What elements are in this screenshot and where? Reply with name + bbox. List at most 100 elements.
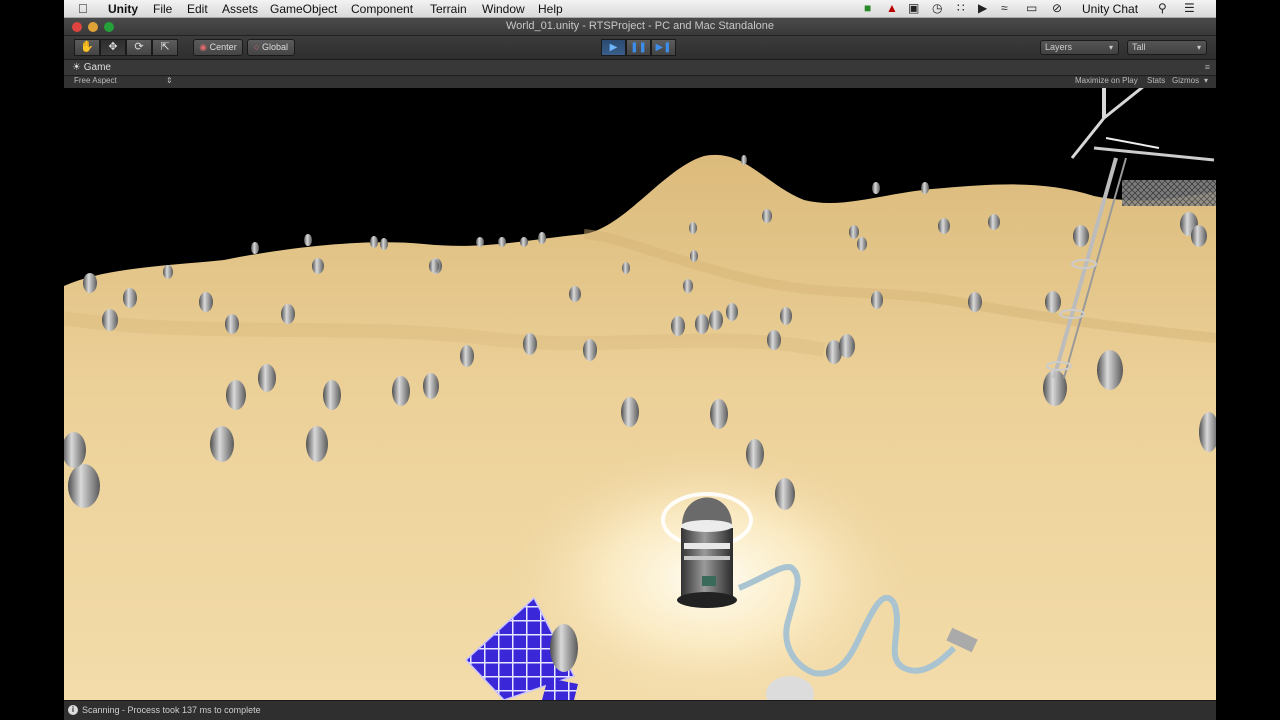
game-tab-icon: ☀	[72, 62, 81, 73]
pod-unit	[988, 214, 1000, 230]
pod-unit	[312, 258, 324, 274]
volume-icon[interactable]: ▶	[978, 1, 987, 15]
transform-tools: ✋ ✥ ⟳ ⇱	[74, 39, 178, 56]
pod-unit	[163, 265, 173, 279]
maximize-on-play-toggle[interactable]: Maximize on Play	[1075, 76, 1138, 85]
pod-unit	[839, 334, 855, 358]
pod-unit	[569, 286, 581, 302]
layout-label: Tall	[1132, 42, 1146, 52]
rotate-tool-icon[interactable]: ⟳	[126, 39, 152, 56]
menu-help[interactable]: Help	[538, 2, 563, 16]
pod-unit	[695, 314, 709, 334]
window-title: World_01.unity - RTSProject - PC and Mac…	[505, 20, 774, 32]
menu-edit[interactable]: Edit	[187, 2, 208, 16]
info-icon: i	[68, 705, 78, 715]
user-menu[interactable]: Unity Chat	[1082, 2, 1138, 16]
game-view-controls: Free Aspect ⇕ Maximize on Play Stats Giz…	[64, 76, 1216, 88]
layout-dropdown[interactable]: Tall ▾	[1127, 40, 1207, 55]
bluetooth-icon[interactable]: ∷	[957, 1, 965, 15]
chevron-down-icon: ▾	[1108, 43, 1113, 52]
title-bar: World_01.unity - RTSProject - PC and Mac…	[64, 18, 1216, 36]
pod-unit	[123, 288, 137, 308]
wifi-icon[interactable]: ≈	[1001, 1, 1008, 15]
aspect-dropdown[interactable]: Free Aspect	[74, 76, 117, 85]
pod-unit	[225, 314, 239, 334]
main-toolbar: ✋ ✥ ⟳ ⇱ ◉ Center ○ Global ▶ ❚❚ ▶❚ Layers…	[64, 36, 1216, 60]
pivot-rotation-button[interactable]: ○ Global	[247, 39, 295, 56]
layers-dropdown[interactable]: Layers ▾	[1040, 40, 1119, 55]
pause-icon[interactable]: ❚❚	[626, 39, 651, 56]
pod-unit	[871, 291, 883, 309]
scale-tool-icon[interactable]: ⇱	[152, 39, 178, 56]
menu-terrain[interactable]: Terrain	[430, 2, 467, 16]
menu-app[interactable]: Unity	[108, 2, 138, 16]
scene-render	[64, 88, 1216, 700]
tab-menu-icon[interactable]: ≡	[1205, 62, 1210, 72]
apple-icon[interactable]: 	[78, 1, 88, 16]
camera-icon[interactable]: ▣	[908, 1, 919, 15]
pod-unit	[857, 237, 867, 251]
menu-assets[interactable]: Assets	[222, 2, 258, 16]
pod-unit	[1191, 225, 1207, 247]
pod-unit	[380, 238, 388, 250]
pivot-mode-label: Center	[209, 42, 237, 52]
pod-unit	[762, 209, 772, 223]
pod-unit	[199, 292, 213, 312]
gizmos-dropdown[interactable]: Gizmos	[1172, 76, 1199, 85]
pod-unit	[429, 259, 439, 273]
menu-window[interactable]: Window	[482, 2, 525, 16]
menu-gameobject[interactable]: GameObject	[270, 2, 337, 16]
pod-unit	[583, 339, 597, 361]
game-viewport[interactable]	[64, 88, 1216, 700]
battery-icon[interactable]: ▭	[1026, 1, 1037, 15]
layers-label: Layers	[1045, 42, 1073, 52]
pod-unit	[849, 225, 859, 239]
hand-tool-icon[interactable]: ✋	[74, 39, 100, 56]
notification-center-icon[interactable]: ☰	[1184, 1, 1195, 15]
chevron-down-icon: ▾	[1196, 43, 1201, 52]
pod-unit	[746, 439, 764, 469]
play-icon[interactable]: ▶	[601, 39, 626, 56]
pod-unit	[306, 426, 328, 462]
pod-unit	[726, 303, 738, 321]
pod-unit	[921, 182, 929, 194]
pivot-icon: ◉	[199, 42, 208, 52]
spotlight-icon[interactable]: ⚲	[1158, 1, 1167, 15]
pod-unit	[775, 478, 795, 510]
chevron-down-icon: ⇕	[166, 76, 173, 85]
pod-unit	[370, 236, 378, 248]
pod-unit	[304, 234, 312, 246]
pod-unit	[780, 307, 792, 325]
move-tool-icon[interactable]: ✥	[100, 39, 126, 56]
pod-unit	[498, 237, 506, 247]
pod-unit	[423, 373, 439, 399]
pivot-mode-button[interactable]: ◉ Center	[193, 39, 243, 56]
stats-toggle[interactable]: Stats	[1147, 76, 1165, 85]
menu-component[interactable]: Component	[351, 2, 413, 16]
pod-unit	[968, 292, 982, 312]
status-message[interactable]: Scanning - Process took 137 ms to comple…	[82, 705, 261, 715]
pod-unit	[210, 426, 234, 462]
pod-unit	[741, 155, 747, 165]
evernote-icon[interactable]: ■	[864, 1, 871, 15]
status-bar: i Scanning - Process took 137 ms to comp…	[64, 700, 1216, 720]
pod-unit	[938, 218, 950, 234]
pod-unit	[872, 182, 880, 194]
step-icon[interactable]: ▶❚	[651, 39, 676, 56]
pod-unit	[621, 397, 639, 427]
pod-unit	[767, 330, 781, 350]
pivot-rotation-label: Global	[261, 42, 288, 52]
menu-file[interactable]: File	[153, 2, 172, 16]
global-icon: ○	[254, 42, 260, 52]
status-icon[interactable]: ⊘	[1052, 1, 1062, 15]
adobe-icon[interactable]: ▲	[886, 1, 898, 15]
pod-unit	[323, 380, 341, 410]
pod-unit	[68, 464, 100, 508]
pod-unit	[251, 242, 259, 254]
pod-unit	[258, 364, 276, 392]
pod-unit	[476, 237, 484, 247]
clock-icon[interactable]: ◷	[932, 1, 942, 15]
pod-unit	[520, 237, 528, 247]
pod-unit	[1097, 350, 1123, 390]
tab-game[interactable]: ☀ Game	[72, 62, 111, 73]
